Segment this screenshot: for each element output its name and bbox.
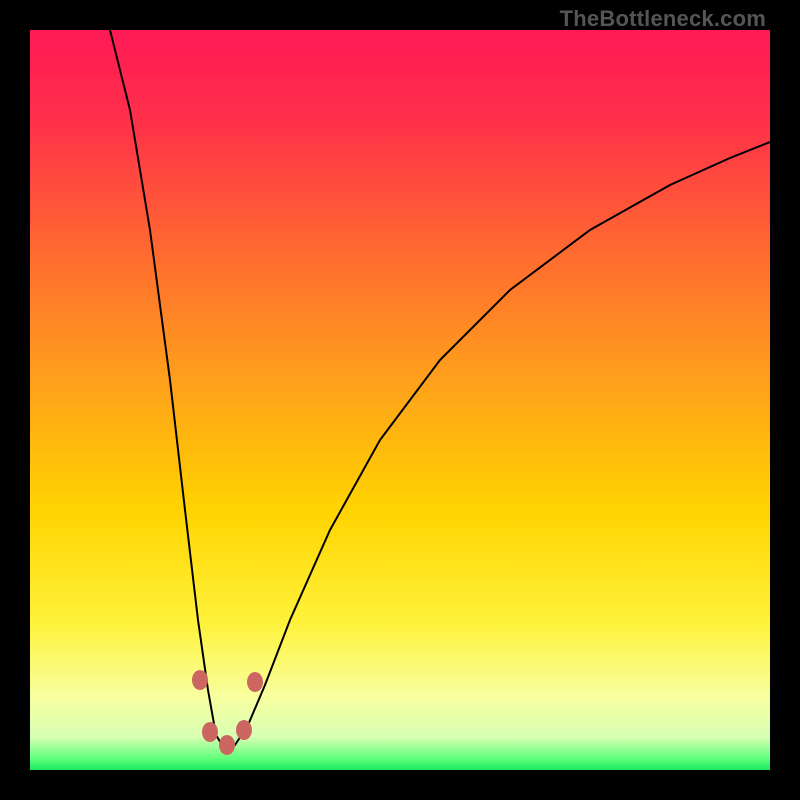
gradient-rect	[30, 30, 770, 770]
curve-marker	[192, 670, 208, 690]
curve-marker	[247, 672, 263, 692]
watermark-text: TheBottleneck.com	[560, 6, 766, 32]
chart-plot-area	[30, 30, 770, 770]
curve-marker	[219, 735, 235, 755]
curve-marker	[236, 720, 252, 740]
chart-background-gradient	[30, 30, 770, 770]
curve-marker	[202, 722, 218, 742]
